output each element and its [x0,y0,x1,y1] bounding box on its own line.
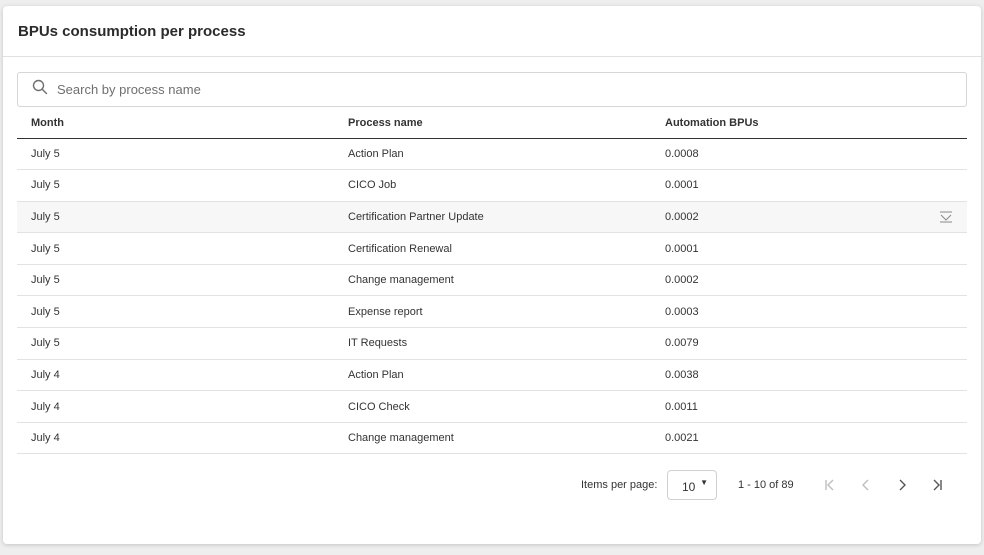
cell-process-name: CICO Job [348,169,665,202]
table-row-hovered[interactable]: July 5 Certification Partner Update 0.00… [17,201,967,234]
cell-automation-bpus: 0.0008 [665,138,925,171]
bpus-table: Month Process name Automation BPUs July … [17,107,967,455]
cell-actions [925,201,967,234]
card-header: BPUs consumption per process [3,6,981,57]
cell-month: July 5 [17,295,348,329]
cell-automation-bpus: 0.0021 [665,422,925,455]
cell-process-name: CICO Check [348,390,665,423]
table-row[interactable]: July 5 CICO Job 0.0001 [17,169,967,202]
card-title: BPUs consumption per process [18,22,246,40]
items-per-page-value: 10 [682,480,696,494]
caret-down-icon: ▼ [700,478,708,487]
cell-month: July 4 [17,359,348,392]
cell-month: July 5 [17,169,348,202]
cell-automation-bpus: 0.0001 [665,169,925,202]
cell-process-name: Action Plan [348,359,665,392]
cell-month: July 4 [17,390,348,423]
column-header-automation-bpus[interactable]: Automation BPUs [665,107,925,139]
items-per-page-label: Items per page: [581,479,658,491]
cell-automation-bpus: 0.0002 [665,201,925,234]
search-box[interactable] [17,72,967,107]
cell-automation-bpus: 0.0079 [665,327,925,360]
cell-month: July 4 [17,422,348,455]
table-row[interactable]: July 4 Change management 0.0021 [17,422,967,455]
cell-actions [925,169,967,202]
page-range-label: 1 - 10 of 89 [738,479,794,491]
table-row[interactable]: July 5 Certification Renewal 0.0001 [17,232,967,265]
table-row[interactable]: July 4 CICO Check 0.0011 [17,390,967,423]
last-page-button[interactable] [927,475,947,495]
cell-process-name: IT Requests [348,327,665,360]
cell-actions [925,264,967,297]
cell-automation-bpus: 0.0003 [665,295,925,329]
search-icon [32,79,48,100]
cell-automation-bpus: 0.0001 [665,232,925,265]
table-row[interactable]: July 5 Action Plan 0.0008 [17,138,967,171]
cell-process-name: Change management [348,422,665,455]
cell-month: July 5 [17,201,348,234]
previous-page-button[interactable] [856,475,876,495]
column-header-actions [925,107,967,139]
paginator: Items per page: 10 ▼ 1 - 10 of 89 [3,469,981,501]
table-header-row: Month Process name Automation BPUs [17,107,967,139]
next-page-icon [899,479,906,491]
cell-automation-bpus: 0.0038 [665,359,925,392]
table-row[interactable]: July 4 Action Plan 0.0038 [17,359,967,392]
expand-row-icon[interactable] [939,211,953,223]
bpus-card: BPUs consumption per process Month Proce… [3,6,981,544]
cell-actions [925,138,967,171]
cell-month: July 5 [17,327,348,360]
last-page-icon [933,479,942,491]
cell-process-name: Expense report [348,295,665,329]
cell-process-name: Certification Partner Update [348,201,665,234]
cell-actions [925,232,967,265]
table-row[interactable]: July 5 Change management 0.0002 [17,264,967,297]
cell-process-name: Change management [348,264,665,297]
previous-page-icon [862,479,869,491]
items-per-page-select[interactable]: 10 ▼ [667,470,717,500]
table-row[interactable]: July 5 IT Requests 0.0079 [17,327,967,360]
column-header-process-name[interactable]: Process name [348,107,665,139]
column-header-month[interactable]: Month [17,107,348,139]
cell-month: July 5 [17,232,348,265]
cell-process-name: Certification Renewal [348,232,665,265]
cell-automation-bpus: 0.0002 [665,264,925,297]
cell-actions [925,359,967,392]
cell-automation-bpus: 0.0011 [665,390,925,423]
cell-actions [925,422,967,455]
cell-actions [925,327,967,360]
cell-month: July 5 [17,138,348,171]
first-page-button[interactable] [820,475,840,495]
first-page-icon [825,479,834,491]
table-row[interactable]: July 5 Expense report 0.0003 [17,295,967,329]
next-page-button[interactable] [892,475,912,495]
cell-month: July 5 [17,264,348,297]
cell-process-name: Action Plan [348,138,665,171]
search-input[interactable] [57,82,937,97]
cell-actions [925,390,967,423]
cell-actions [925,295,967,329]
